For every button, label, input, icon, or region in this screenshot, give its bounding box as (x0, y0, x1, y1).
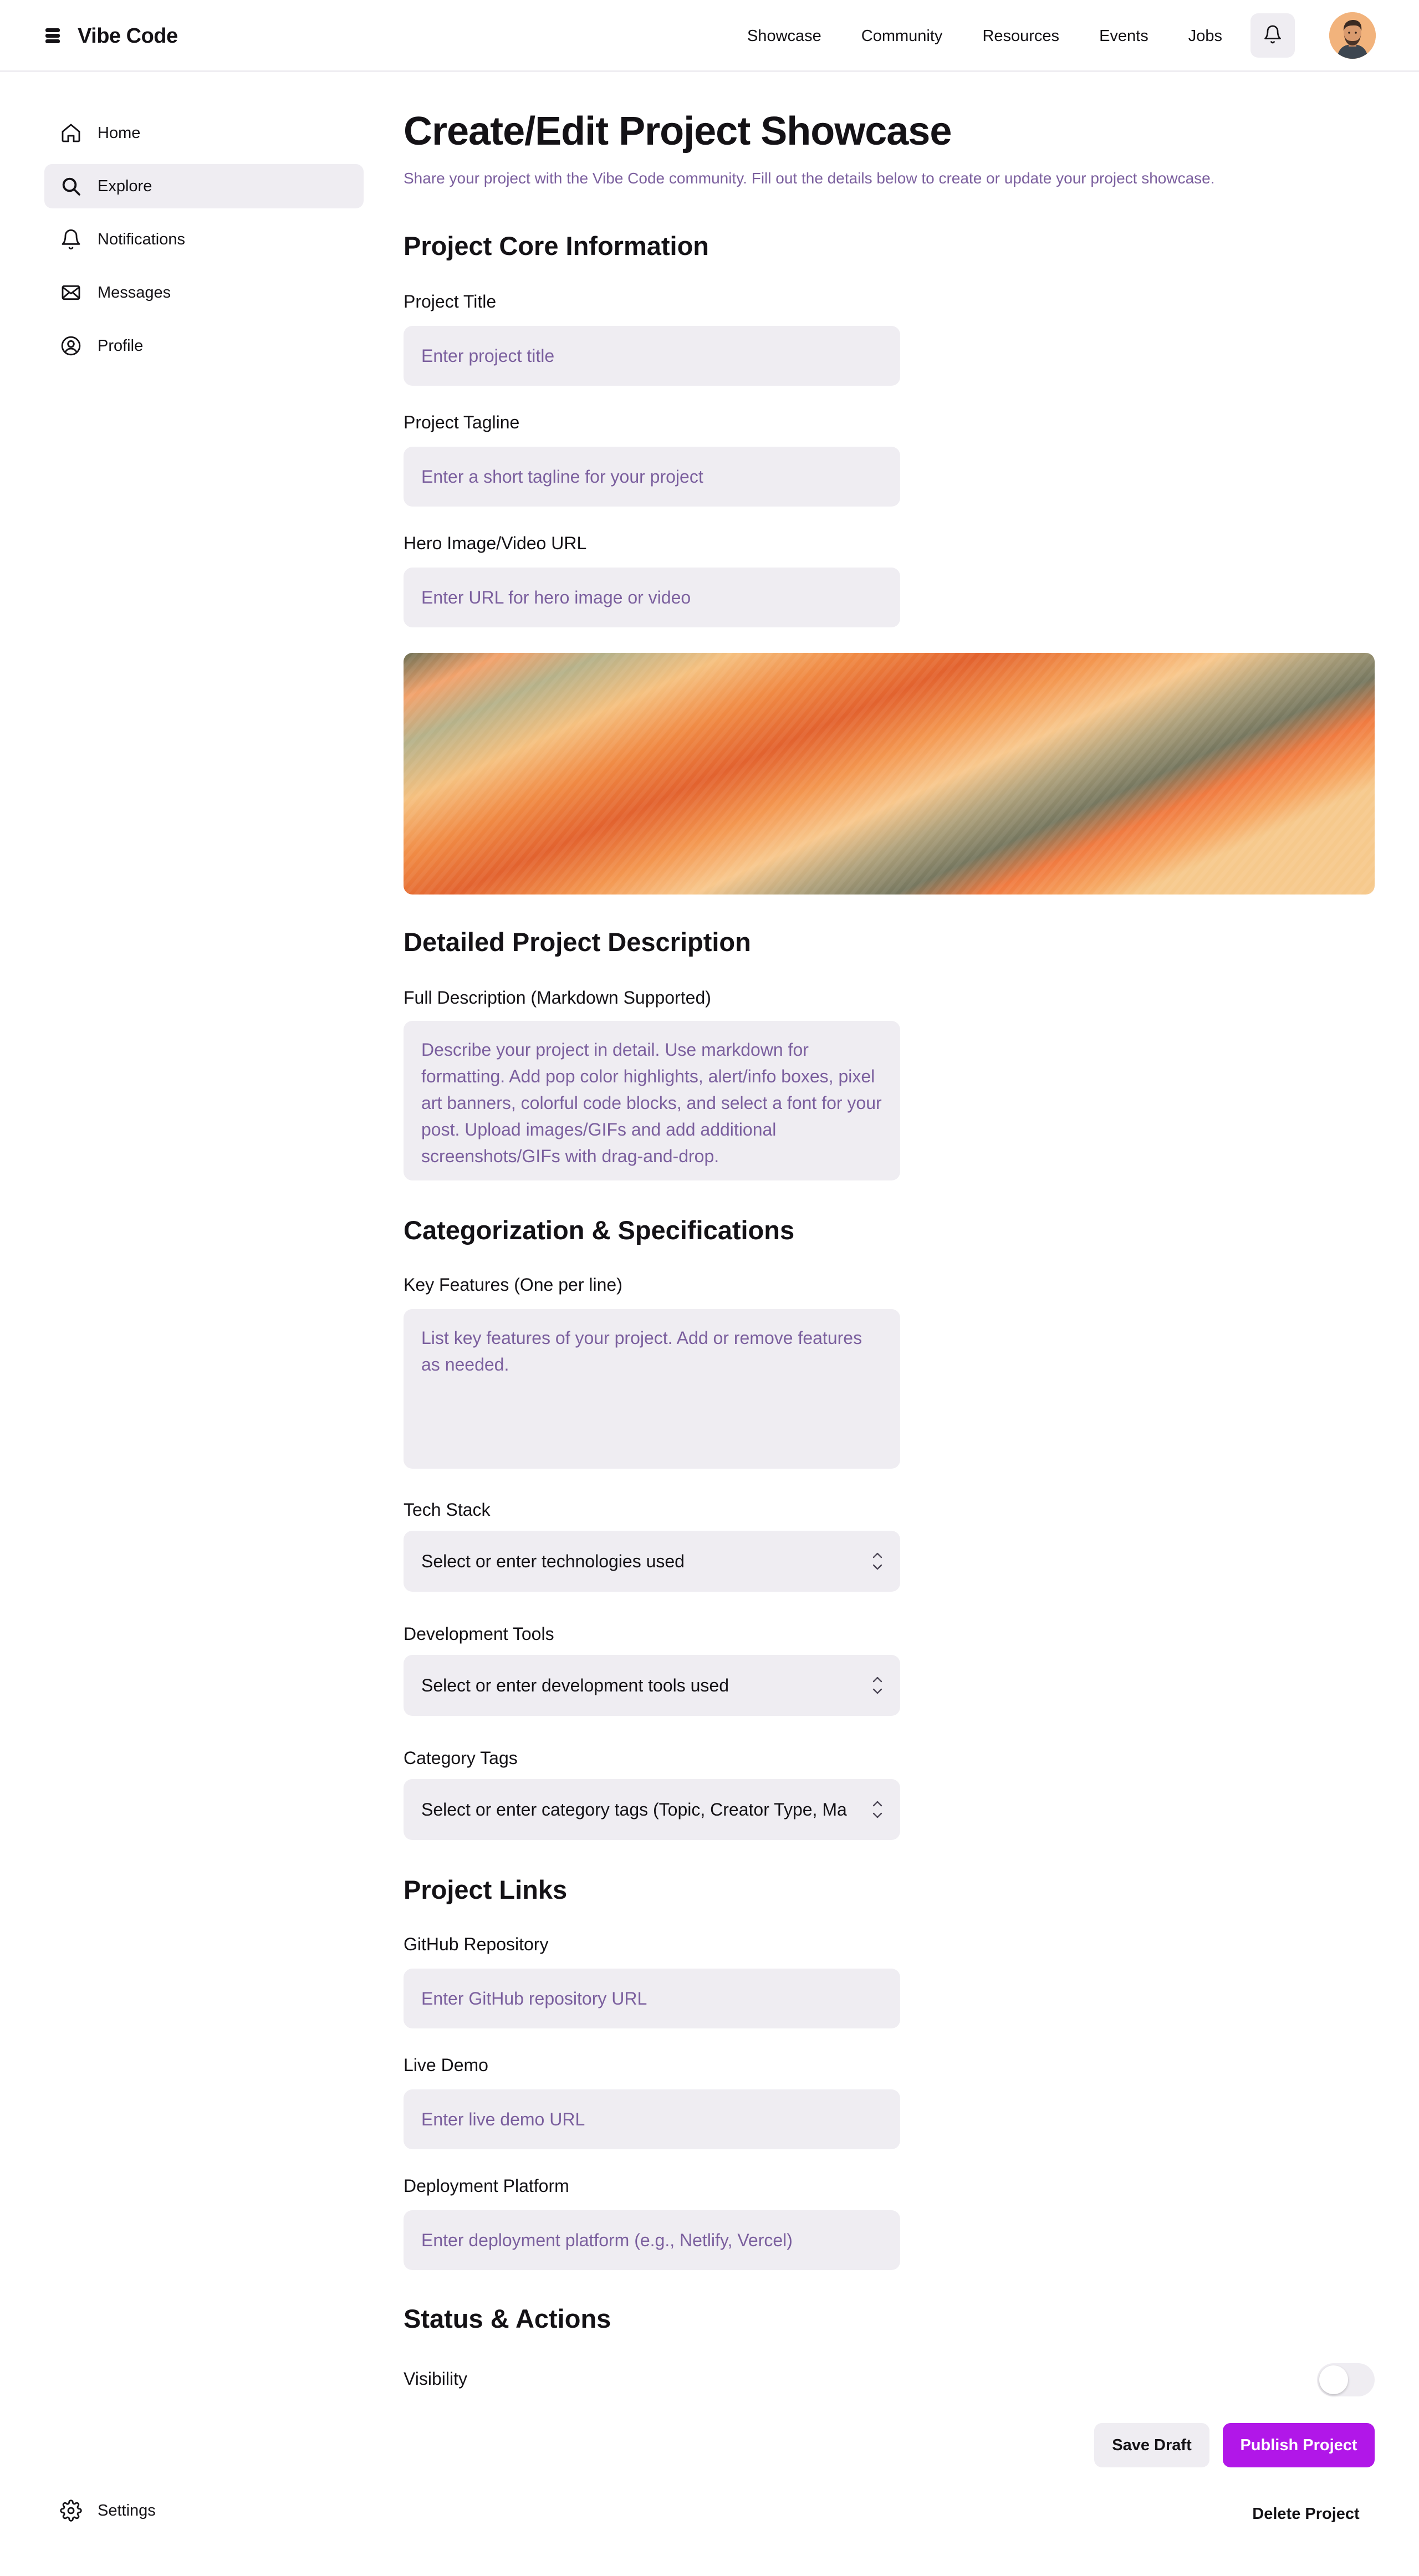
chevron-up-down-icon (869, 1547, 886, 1575)
home-icon (59, 121, 83, 145)
publish-project-button[interactable]: Publish Project (1223, 2423, 1375, 2467)
page-subtitle: Share your project with the Vibe Code co… (404, 170, 1215, 187)
tech-stack-value: Select or enter technologies used (421, 1551, 685, 1571)
section-title-status: Status & Actions (404, 2304, 611, 2333)
dev-tools-value: Select or enter development tools used (421, 1675, 729, 1695)
sidebar-item-settings[interactable]: Settings (44, 2488, 364, 2533)
bell-icon (1263, 24, 1283, 47)
full-description-label: Full Description (Markdown Supported) (404, 988, 711, 1008)
topnav-showcase[interactable]: Showcase (747, 27, 821, 45)
sidebar-item-home[interactable]: Home (44, 111, 364, 155)
mail-icon (59, 280, 83, 305)
tech-stack-label: Tech Stack (404, 1500, 491, 1520)
github-label: GitHub Repository (404, 1934, 549, 1954)
top-nav: Showcase Community Resources Events Jobs (747, 22, 1222, 50)
deployment-label: Deployment Platform (404, 2176, 569, 2196)
section-title-description: Detailed Project Description (404, 927, 751, 957)
dev-tools-label: Development Tools (404, 1624, 554, 1644)
avatar[interactable] (1329, 12, 1376, 59)
project-title-input[interactable] (404, 326, 900, 386)
full-description-textarea[interactable] (404, 1021, 900, 1180)
hero-image-preview (404, 653, 1375, 895)
visibility-label: Visibility (404, 2369, 467, 2389)
topnav-jobs[interactable]: Jobs (1188, 27, 1222, 45)
visibility-toggle[interactable] (1317, 2363, 1375, 2396)
section-title-categorization: Categorization & Specifications (404, 1215, 795, 1245)
user-circle-icon (59, 334, 83, 358)
brand[interactable]: Vibe Code (44, 21, 178, 51)
bell-icon (59, 227, 83, 252)
sidebar-item-label: Explore (98, 177, 152, 195)
sidebar-item-messages[interactable]: Messages (44, 270, 364, 315)
topnav-events[interactable]: Events (1099, 27, 1149, 45)
sidebar-item-notifications[interactable]: Notifications (44, 217, 364, 262)
category-tags-value: Select or enter category tags (Topic, Cr… (421, 1799, 847, 1819)
save-draft-button[interactable]: Save Draft (1094, 2423, 1209, 2467)
project-title-label: Project Title (404, 292, 497, 311)
sidebar-item-label: Messages (98, 283, 171, 301)
topnav-community[interactable]: Community (861, 27, 943, 45)
sidebar-item-profile[interactable]: Profile (44, 324, 364, 368)
deployment-input[interactable] (404, 2210, 900, 2270)
hero-url-label: Hero Image/Video URL (404, 533, 587, 553)
key-features-label: Key Features (One per line) (404, 1275, 622, 1295)
sidebar-item-label: Notifications (98, 230, 185, 248)
top-header: Vibe Code Showcase Community Resources E… (0, 0, 1419, 72)
brand-name: Vibe Code (78, 24, 178, 48)
sidebar-item-label: Profile (98, 336, 144, 355)
key-features-textarea[interactable] (404, 1309, 900, 1469)
page-title: Create/Edit Project Showcase (404, 109, 952, 154)
category-tags-select[interactable]: Select or enter category tags (Topic, Cr… (404, 1779, 900, 1840)
sidebar-item-explore[interactable]: Explore (44, 164, 364, 208)
sidebar: Home Explore Notifications Messages Prof… (44, 111, 364, 377)
sidebar-settings: Settings (44, 2488, 364, 2542)
project-tagline-input[interactable] (404, 447, 900, 507)
dev-tools-select[interactable]: Select or enter development tools used (404, 1655, 900, 1716)
toggle-knob (1319, 2365, 1348, 2394)
search-icon (59, 174, 83, 198)
chevron-up-down-icon (869, 1796, 886, 1823)
topnav-resources[interactable]: Resources (982, 27, 1059, 45)
project-tagline-label: Project Tagline (404, 412, 520, 432)
delete-project-button[interactable]: Delete Project (1237, 2492, 1375, 2536)
live-demo-input[interactable] (404, 2089, 900, 2149)
section-title-core: Project Core Information (404, 231, 710, 260)
section-title-links: Project Links (404, 1875, 568, 1904)
sidebar-item-label: Home (98, 124, 141, 142)
notifications-button[interactable] (1250, 13, 1295, 58)
category-tags-label: Category Tags (404, 1748, 518, 1768)
live-demo-label: Live Demo (404, 2055, 488, 2075)
github-input[interactable] (404, 1969, 900, 2028)
tech-stack-select[interactable]: Select or enter technologies used (404, 1531, 900, 1592)
layers-icon (44, 28, 61, 44)
sidebar-item-label: Settings (98, 2501, 156, 2519)
hero-url-input[interactable] (404, 568, 900, 627)
gear-icon (59, 2498, 83, 2523)
chevron-up-down-icon (869, 1672, 886, 1699)
